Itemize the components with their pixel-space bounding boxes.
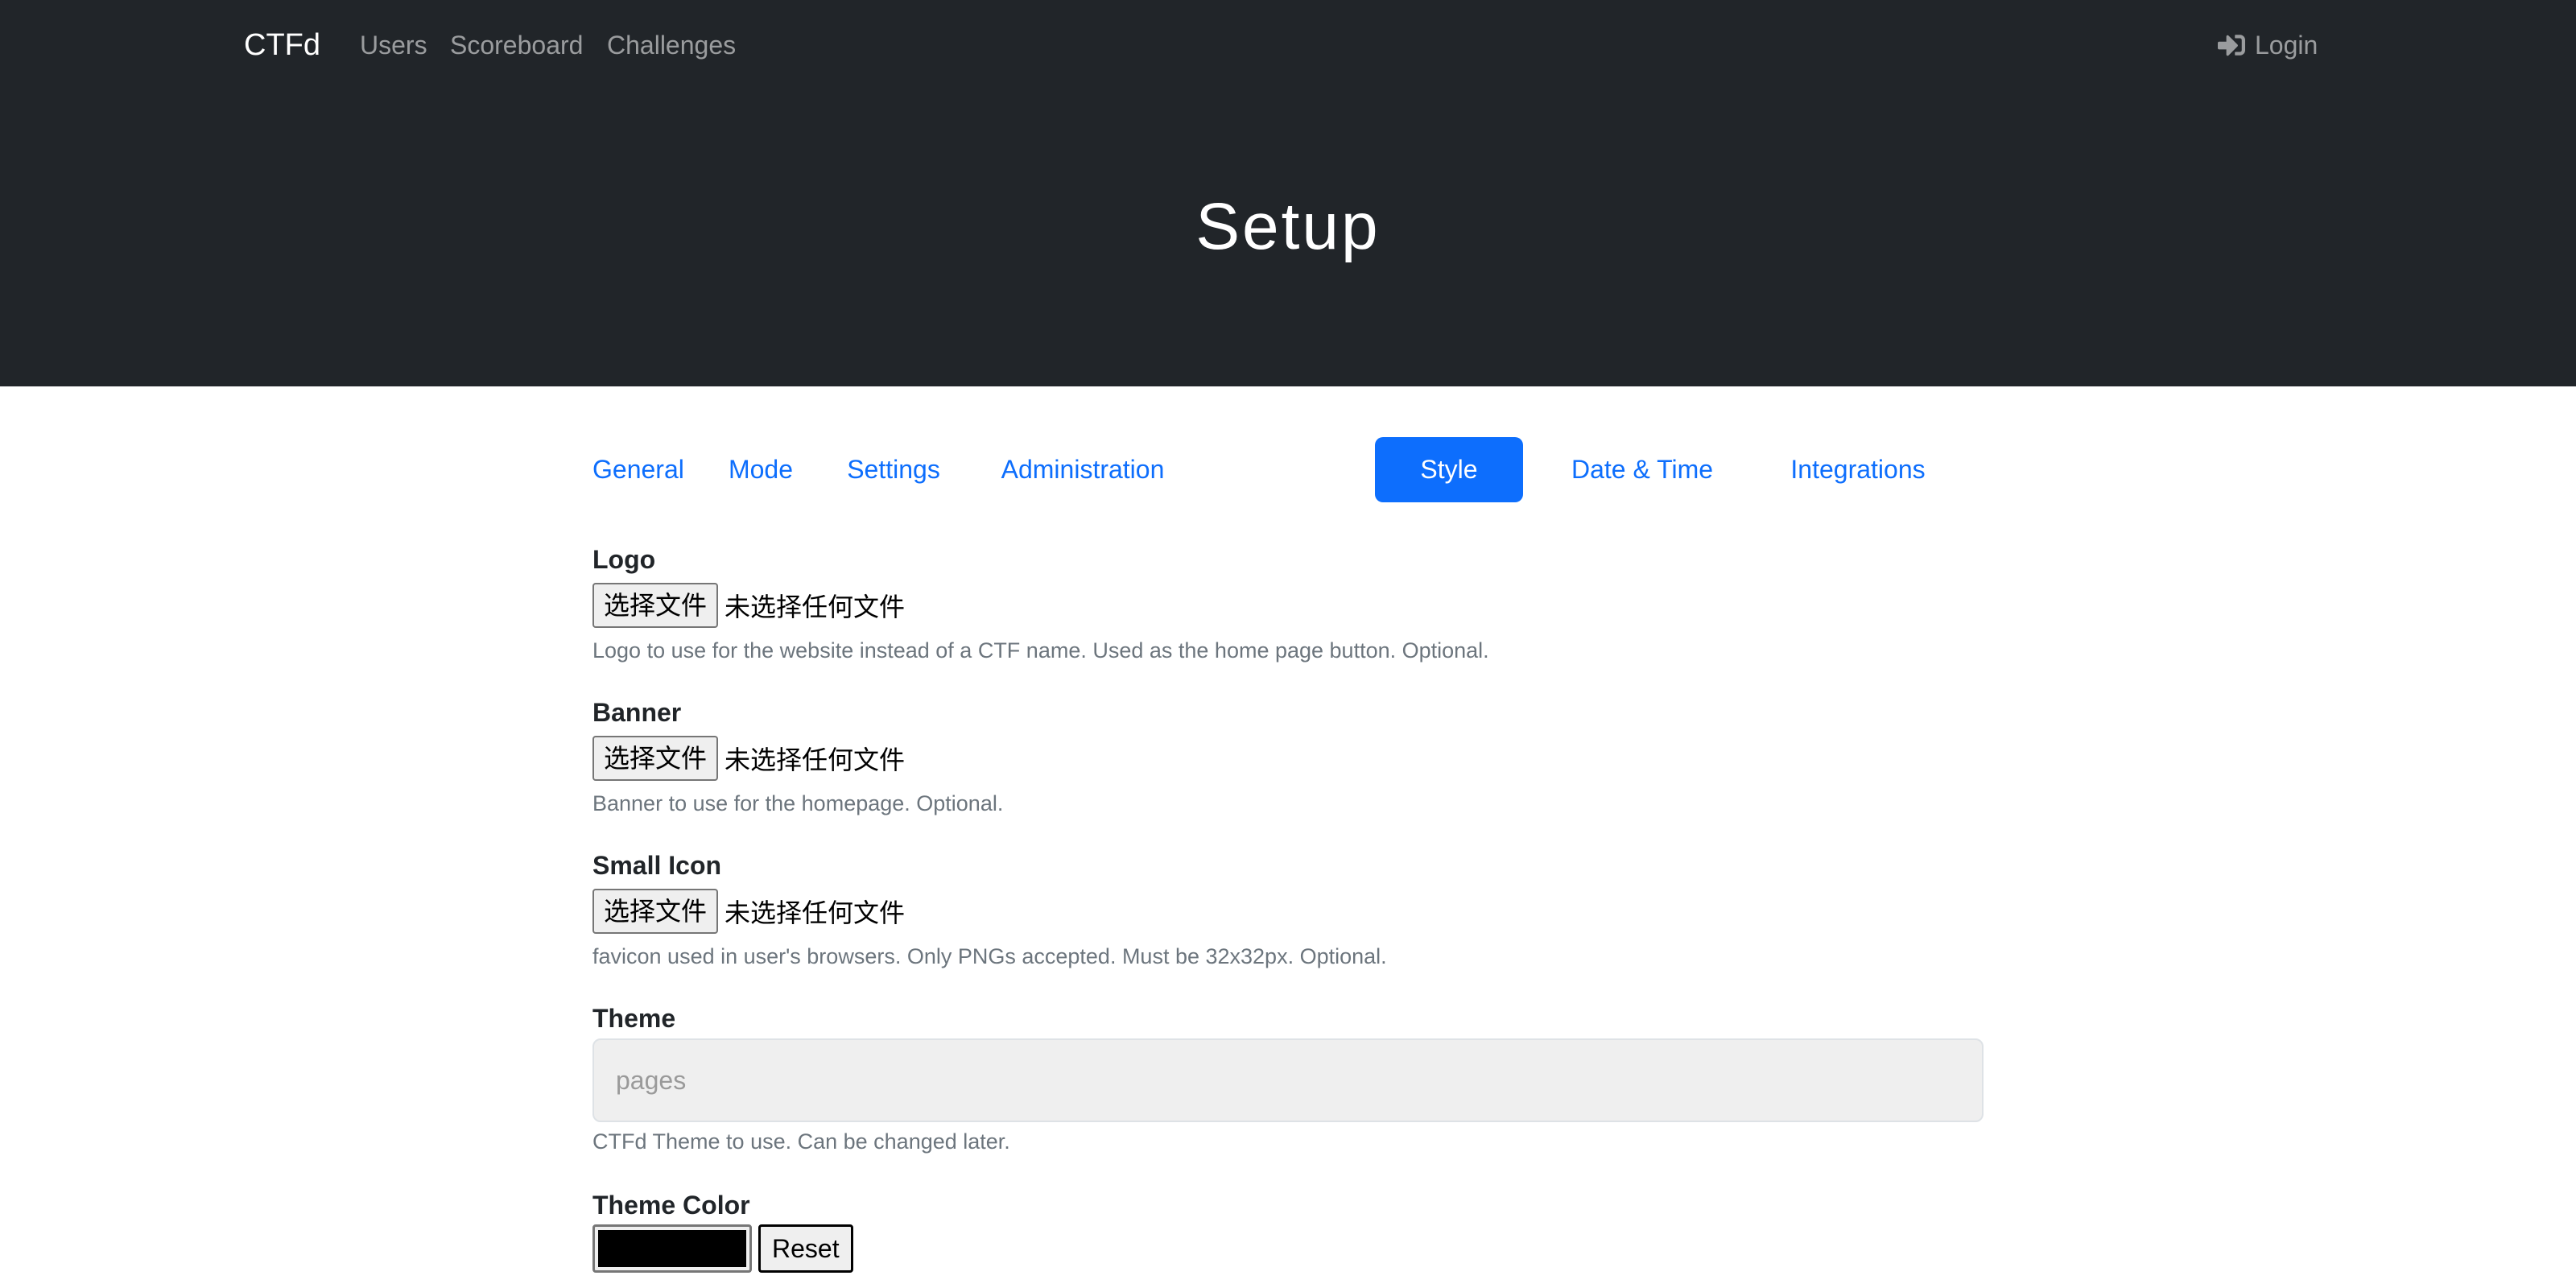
small-icon-label: Small Icon [592,851,722,880]
banner-file-input[interactable]: 选择文件 未选择任何文件 [592,736,905,781]
tab-administration[interactable]: Administration [992,437,1174,502]
small-icon-choose-file-button[interactable]: 选择文件 [592,889,719,934]
banner-choose-file-button[interactable]: 选择文件 [592,736,719,781]
small-icon-file-status: 未选择任何文件 [724,898,906,928]
brand-link[interactable]: CTFd [244,26,320,64]
tab-general[interactable]: General [592,437,684,502]
login-link[interactable]: Login [2218,26,2318,64]
logo-help: Logo to use for the website instead of a… [592,638,1489,663]
login-label: Login [2255,30,2318,60]
theme-help: CTFd Theme to use. Can be changed later. [592,1129,1010,1154]
tab-settings[interactable]: Settings [832,437,955,502]
nav-users-link[interactable]: Users [360,26,427,64]
logo-choose-file-button[interactable]: 选择文件 [592,583,719,628]
theme-select[interactable]: pages [592,1038,1984,1122]
small-icon-file-input[interactable]: 选择文件 未选择任何文件 [592,889,905,934]
page-header: Setup [0,90,2576,386]
banner-help: Banner to use for the homepage. Optional… [592,791,1004,815]
tab-mode[interactable]: Mode [721,437,800,502]
page-title: Setup [1195,190,1381,263]
nav-scoreboard-link[interactable]: Scoreboard [450,26,583,64]
logo-label: Logo [592,545,656,574]
theme-color-picker[interactable] [592,1224,752,1273]
tab-integrations[interactable]: Integrations [1761,437,1955,502]
theme-color-label: Theme Color [592,1191,750,1220]
banner-label: Banner [592,698,682,727]
theme-label: Theme [592,1004,676,1033]
logo-file-input[interactable]: 选择文件 未选择任何文件 [592,583,905,628]
nav-challenges-link[interactable]: Challenges [607,26,736,64]
tab-date-time[interactable]: Date & Time [1555,437,1729,502]
small-icon-help: favicon used in user's browsers. Only PN… [592,944,1387,968]
logo-file-status: 未选择任何文件 [724,592,906,622]
sign-in-icon [2218,35,2245,56]
navbar: CTFd Users Scoreboard Challenges Login [0,0,2576,90]
theme-color-swatch [598,1230,746,1267]
tab-style[interactable]: Style [1375,437,1523,502]
banner-file-status: 未选择任何文件 [724,745,906,775]
theme-color-row: Reset [592,1224,853,1273]
theme-color-reset-button[interactable]: Reset [758,1224,853,1273]
